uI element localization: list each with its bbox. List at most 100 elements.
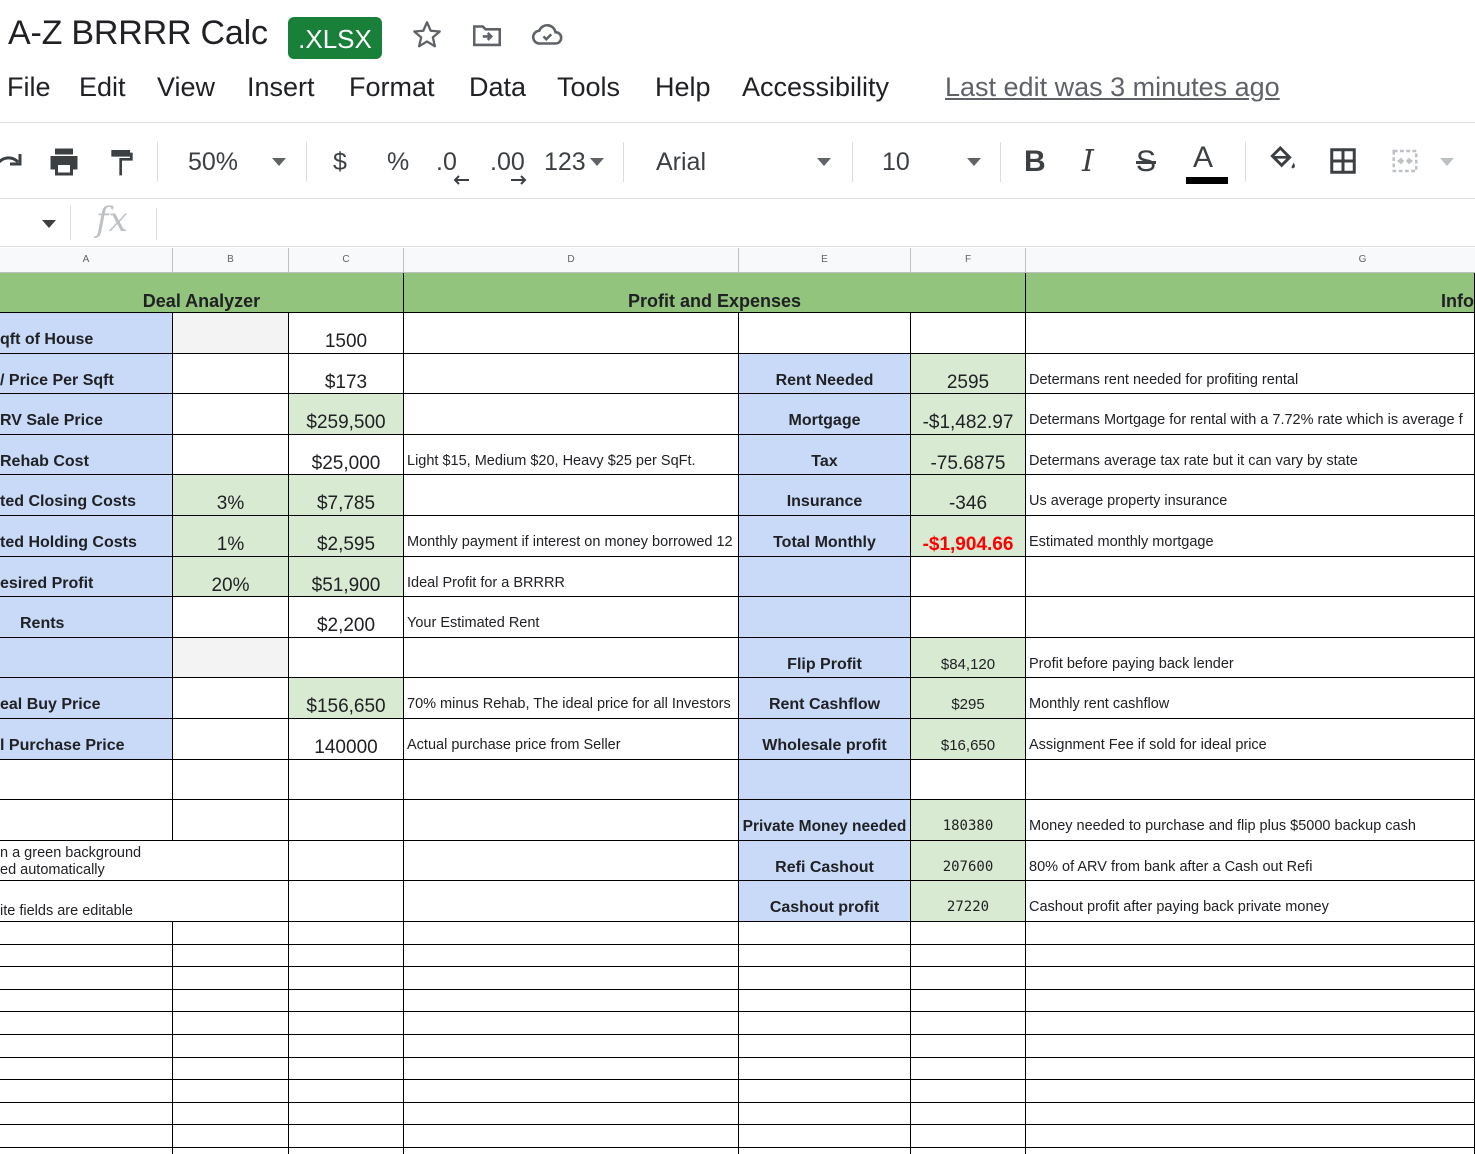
empty-cell[interactable] xyxy=(739,1012,911,1035)
cell-b7[interactable]: 1% xyxy=(173,516,289,557)
menu-accessibility[interactable]: Accessibility xyxy=(742,72,889,103)
cell-c4[interactable]: $259,500 xyxy=(289,394,404,435)
cell-b10[interactable] xyxy=(173,637,289,679)
empty-cell[interactable] xyxy=(173,1148,289,1154)
cell-g15[interactable]: 80% of ARV from bank after a Cash out Re… xyxy=(1026,840,1475,882)
menu-insert[interactable]: Insert xyxy=(247,72,315,103)
cell-f11[interactable]: $295 xyxy=(911,678,1026,719)
cell-e2[interactable] xyxy=(739,313,911,354)
cell-b3[interactable] xyxy=(173,353,289,395)
cell-c6[interactable]: $7,785 xyxy=(289,475,404,516)
cell-f14[interactable]: 180380 xyxy=(911,800,1026,841)
empty-cell[interactable] xyxy=(739,967,911,990)
empty-cell[interactable] xyxy=(404,1125,739,1148)
cell-c3[interactable]: $173 xyxy=(289,353,404,395)
cell-e4[interactable]: Mortgage xyxy=(739,394,911,435)
empty-cell[interactable] xyxy=(911,967,1026,990)
empty-cell[interactable] xyxy=(404,1035,739,1058)
empty-cell[interactable] xyxy=(1026,1102,1475,1126)
cell-b4[interactable] xyxy=(173,394,289,435)
menu-view[interactable]: View xyxy=(157,72,215,103)
cell-b6[interactable]: 3% xyxy=(173,475,289,516)
empty-cell[interactable] xyxy=(911,1080,1026,1103)
cell-e14[interactable]: Private Money needed xyxy=(739,800,911,841)
cell-b8[interactable]: 20% xyxy=(173,556,289,598)
name-box-dropdown-icon[interactable] xyxy=(42,220,56,228)
cell-a8[interactable]: esired Profit xyxy=(0,556,173,598)
cell-d4[interactable] xyxy=(404,394,739,435)
column-header-e[interactable]: E xyxy=(739,248,911,273)
cell-a2[interactable]: qft of House xyxy=(0,313,173,354)
cell-a6[interactable]: ted Closing Costs xyxy=(0,475,173,516)
empty-cell[interactable] xyxy=(739,1057,911,1081)
cell-d7[interactable]: Monthly payment if interest on money bor… xyxy=(404,516,739,557)
cell-f2[interactable] xyxy=(911,313,1026,354)
cell-b16[interactable] xyxy=(173,881,289,922)
empty-cell[interactable] xyxy=(0,944,173,968)
menu-help[interactable]: Help xyxy=(655,72,711,103)
empty-cell[interactable] xyxy=(289,1035,404,1058)
redo-icon[interactable] xyxy=(0,146,24,176)
cell-c5[interactable]: $25,000 xyxy=(289,434,404,476)
cell-a10[interactable] xyxy=(0,637,173,679)
cell-e6[interactable]: Insurance xyxy=(739,475,911,516)
menu-file[interactable]: File xyxy=(7,72,51,103)
cell-d2[interactable] xyxy=(404,313,739,354)
cell-d16[interactable] xyxy=(404,881,739,922)
menu-format[interactable]: Format xyxy=(349,72,435,103)
empty-cell[interactable] xyxy=(911,1035,1026,1058)
column-header-a[interactable]: A xyxy=(0,248,173,273)
cell-e5[interactable]: Tax xyxy=(739,434,911,476)
cloud-status-icon[interactable] xyxy=(530,18,564,52)
cell-a4[interactable]: RV Sale Price xyxy=(0,394,173,435)
empty-cell[interactable] xyxy=(1026,1057,1475,1081)
cell-d3[interactable] xyxy=(404,353,739,395)
empty-cell[interactable] xyxy=(0,1035,173,1058)
cell-a14[interactable] xyxy=(0,800,173,841)
empty-cell[interactable] xyxy=(911,989,1026,1013)
cell-g16[interactable]: Cashout profit after paying back private… xyxy=(1026,881,1475,922)
cell-c7[interactable]: $2,595 xyxy=(289,516,404,557)
cell-g2[interactable] xyxy=(1026,313,1475,354)
empty-cell[interactable] xyxy=(404,1012,739,1035)
cell-g7[interactable]: Estimated monthly mortgage xyxy=(1026,516,1475,557)
cell-c8[interactable]: $51,900 xyxy=(289,556,404,598)
column-header-g[interactable]: G xyxy=(1026,248,1475,273)
column-header-b[interactable]: B xyxy=(173,248,289,273)
cell-g3[interactable]: Determans rent needed for profiting rent… xyxy=(1026,353,1475,395)
empty-cell[interactable] xyxy=(1026,922,1475,945)
empty-cell[interactable] xyxy=(289,1080,404,1103)
cell-c12[interactable]: 140000 xyxy=(289,719,404,760)
cell-d10[interactable] xyxy=(404,637,739,679)
cell-e9[interactable] xyxy=(739,597,911,638)
cell-a3[interactable]: / Price Per Sqft xyxy=(0,353,173,395)
section-header-profit-expenses[interactable]: Profit and Expenses xyxy=(404,273,1026,313)
currency-format-button[interactable]: $ xyxy=(333,140,347,184)
section-header-info[interactable]: Info xyxy=(1026,273,1475,313)
spreadsheet-grid[interactable]: A B C D E F G Deal Analyzer Profit and Expenses I… xyxy=(0,248,1475,1154)
cell-e7[interactable]: Total Monthly xyxy=(739,516,911,557)
cell-c13[interactable] xyxy=(289,759,404,801)
cell-d14[interactable] xyxy=(404,800,739,841)
cell-g9[interactable] xyxy=(1026,597,1475,638)
cell-a13[interactable] xyxy=(0,759,173,801)
cell-e12[interactable]: Wholesale profit xyxy=(739,719,911,760)
italic-button[interactable]: I xyxy=(1082,140,1094,184)
cell-d9[interactable]: Your Estimated Rent xyxy=(404,597,739,638)
cell-d5[interactable]: Light $15, Medium $20, Heavy $25 per SqF… xyxy=(404,434,739,476)
column-header-c[interactable]: C xyxy=(289,248,404,273)
empty-cell[interactable] xyxy=(289,944,404,968)
cell-f10[interactable]: $84,120 xyxy=(911,637,1026,679)
cell-a12[interactable]: l Purchase Price xyxy=(0,719,173,760)
empty-cell[interactable] xyxy=(739,1125,911,1148)
cell-b14[interactable] xyxy=(173,800,289,841)
empty-cell[interactable] xyxy=(173,1012,289,1035)
cell-d12[interactable]: Actual purchase price from Seller xyxy=(404,719,739,760)
print-icon[interactable] xyxy=(46,144,82,180)
column-header-d[interactable]: D xyxy=(404,248,739,273)
empty-cell[interactable] xyxy=(173,1125,289,1148)
document-title[interactable]: A-Z BRRRR Calc xyxy=(8,14,268,53)
empty-cell[interactable] xyxy=(739,989,911,1013)
empty-cell[interactable] xyxy=(739,1080,911,1103)
cell-d13[interactable] xyxy=(404,759,739,801)
